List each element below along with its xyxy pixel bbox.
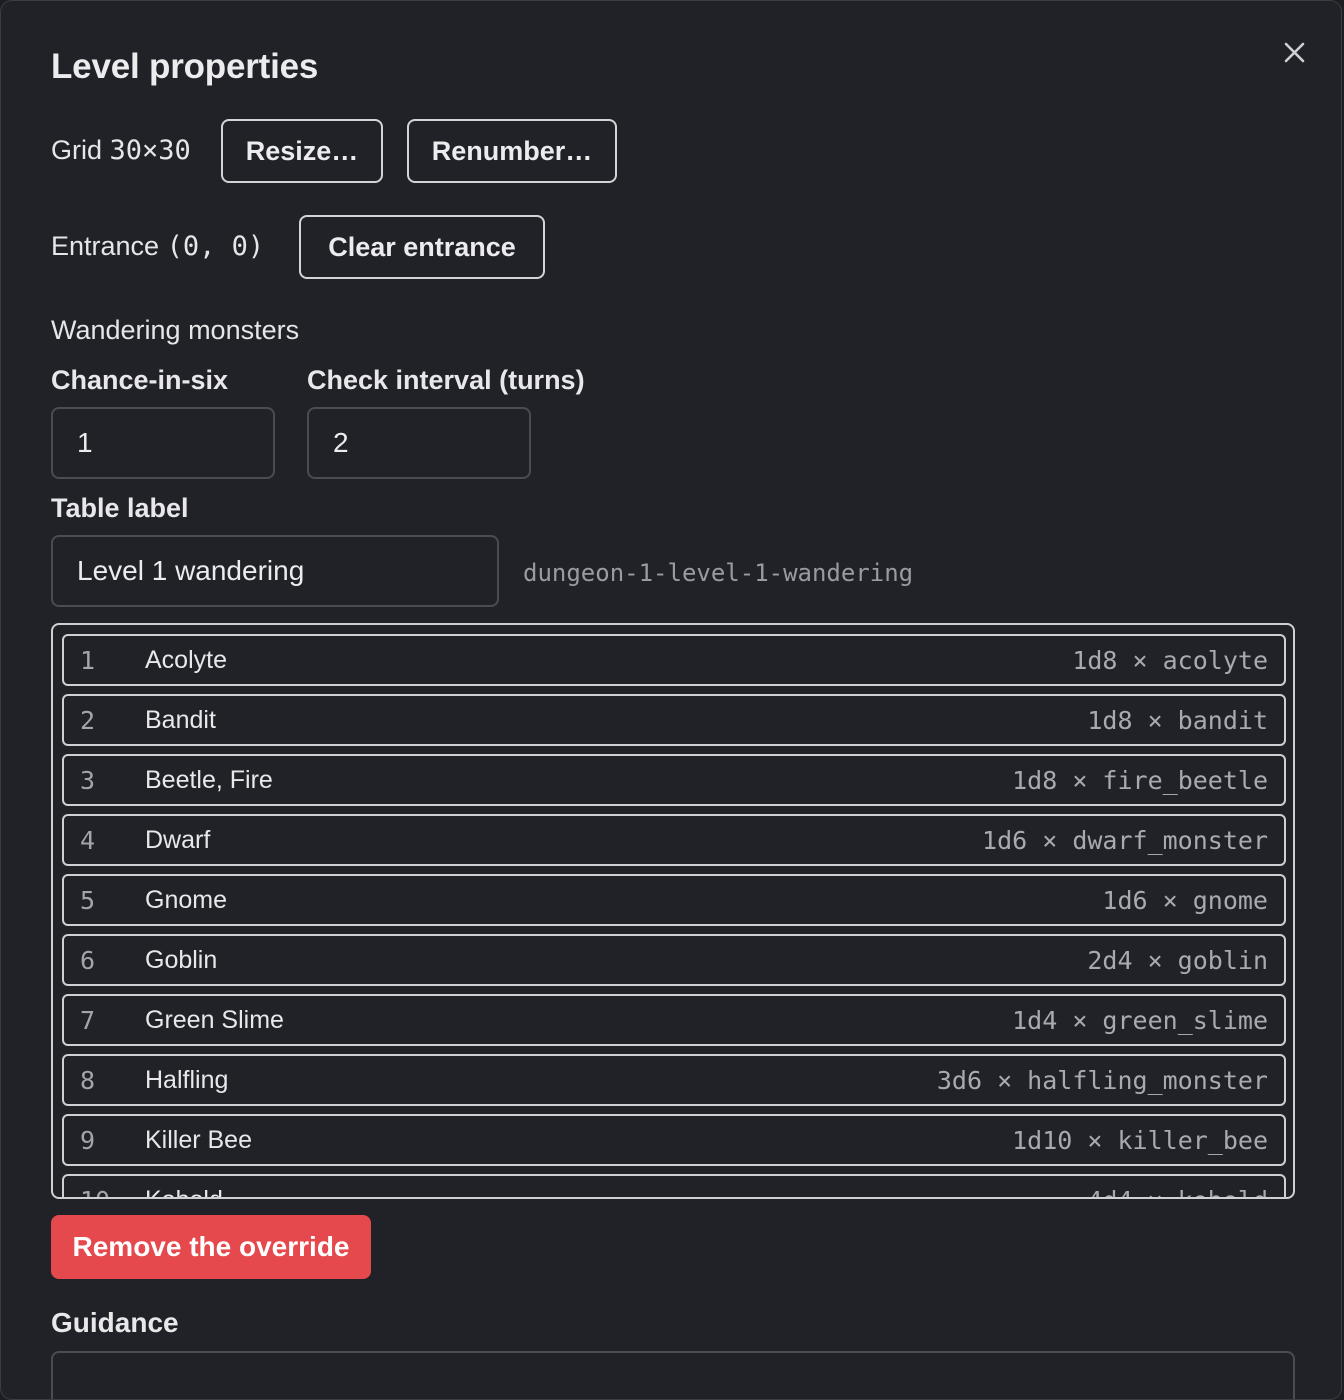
row-dice-spec: 1d4 × green_slime: [1012, 1005, 1268, 1035]
row-number: 2: [80, 705, 96, 735]
row-monster-name: Beetle, Fire: [145, 765, 273, 794]
renumber-button[interactable]: Renumber…: [407, 119, 617, 183]
wandering-monsters-heading: Wandering monsters: [51, 315, 300, 345]
check-interval-label: Check interval (turns): [307, 365, 585, 395]
row-monster-name: Kobold: [145, 1186, 223, 1198]
row-dice-spec: 1d6 × gnome: [1102, 885, 1268, 915]
row-number: 7: [80, 1005, 96, 1035]
table-label-heading: Table label: [51, 493, 189, 523]
grid-info: Grid 30×30: [51, 135, 191, 166]
chance-in-six-label: Chance-in-six: [51, 365, 229, 395]
grid-label: Grid: [51, 135, 103, 165]
row-monster-name: Dwarf: [145, 825, 211, 854]
row-number: 1: [80, 645, 96, 675]
entrance-coords: (0, 0): [166, 231, 265, 262]
check-interval-input[interactable]: 2: [307, 407, 531, 479]
row-dice-spec: 4d4 × kobold: [1087, 1186, 1268, 1198]
table-slug: dungeon-1-level-1-wandering: [523, 559, 914, 587]
row-monster-name: Halfling: [145, 1065, 229, 1094]
row-dice-spec: 1d8 × fire_beetle: [1012, 765, 1268, 795]
grid-size: 30×30: [109, 135, 191, 166]
table-row[interactable]: 7 Green Slime 1d4 × green_slime: [62, 994, 1286, 1046]
row-number: 6: [80, 945, 96, 975]
guidance-heading: Guidance: [51, 1307, 179, 1338]
row-monster-name: Acolyte: [145, 645, 227, 674]
row-number: 4: [80, 825, 96, 855]
table-row[interactable]: 1 Acolyte 1d8 × acolyte: [62, 634, 1286, 686]
row-monster-name: Gnome: [145, 885, 227, 914]
clear-entrance-button[interactable]: Clear entrance: [299, 215, 545, 279]
row-dice-spec: 1d6 × dwarf_monster: [982, 825, 1268, 855]
resize-button[interactable]: Resize…: [221, 119, 383, 183]
row-number: 5: [80, 885, 96, 915]
table-row[interactable]: 10 Kobold 4d4 × kobold: [62, 1174, 1286, 1198]
table-row[interactable]: 9 Killer Bee 1d10 × killer_bee: [62, 1114, 1286, 1166]
row-dice-spec: 1d8 × acolyte: [1072, 645, 1268, 675]
row-dice-spec: 1d10 × killer_bee: [1012, 1125, 1268, 1155]
dialog-title: Level properties: [51, 47, 319, 86]
chance-in-six-value: 1: [77, 427, 93, 458]
row-monster-name: Green Slime: [145, 1005, 284, 1034]
table-row[interactable]: 6 Goblin 2d4 × goblin: [62, 934, 1286, 986]
guidance-field[interactable]: [51, 1351, 1295, 1399]
wandering-table[interactable]: 1 Acolyte 1d8 × acolyte 2 Bandit 1d8 × bandit…: [51, 623, 1295, 1199]
table-label-input[interactable]: Level 1 wandering: [51, 535, 499, 607]
row-number: 9: [80, 1125, 96, 1155]
row-number: 10: [80, 1186, 110, 1198]
table-row[interactable]: 2 Bandit 1d8 × bandit: [62, 694, 1286, 746]
close-icon[interactable]: [1277, 35, 1311, 69]
level-properties-dialog: Level properties Grid 30×30 Resize… Renu…: [0, 0, 1342, 1400]
table-row[interactable]: 4 Dwarf 1d6 × dwarf_monster: [62, 814, 1286, 866]
row-number: 8: [80, 1065, 96, 1095]
table-row[interactable]: 5 Gnome 1d6 × gnome: [62, 874, 1286, 926]
row-monster-name: Goblin: [145, 945, 218, 974]
table-row[interactable]: 3 Beetle, Fire 1d8 × fire_beetle: [62, 754, 1286, 806]
check-interval-value: 2: [333, 427, 349, 458]
row-number: 3: [80, 765, 96, 795]
remove-override-button[interactable]: Remove the override: [51, 1215, 371, 1279]
chance-in-six-input[interactable]: 1: [51, 407, 275, 479]
entrance-info: Entrance (0, 0): [51, 231, 264, 262]
row-dice-spec: 1d8 × bandit: [1087, 705, 1268, 735]
row-dice-spec: 3d6 × halfling_monster: [936, 1065, 1268, 1095]
table-row[interactable]: 8 Halfling 3d6 × halfling_monster: [62, 1054, 1286, 1106]
row-monster-name: Killer Bee: [145, 1125, 252, 1154]
table-label-value: Level 1 wandering: [77, 555, 305, 586]
entrance-label: Entrance: [51, 231, 160, 261]
row-dice-spec: 2d4 × goblin: [1087, 945, 1268, 975]
row-monster-name: Bandit: [145, 705, 216, 734]
